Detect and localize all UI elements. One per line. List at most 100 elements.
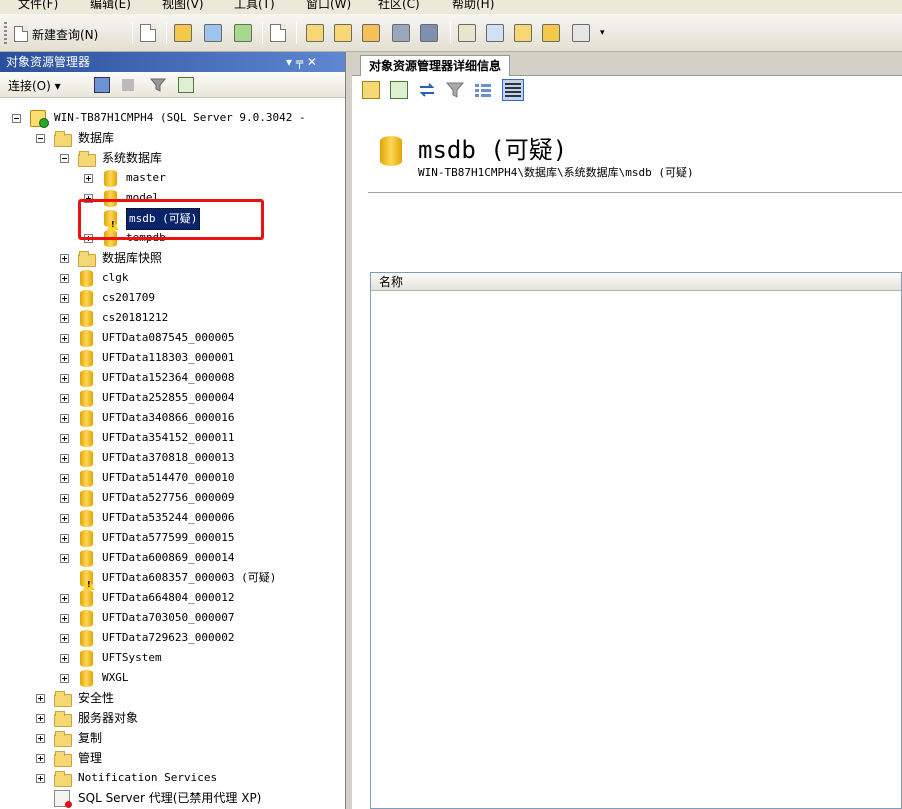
expand-icon[interactable]: [60, 594, 69, 603]
expand-icon[interactable]: [36, 734, 45, 743]
expand-icon[interactable]: [60, 354, 69, 363]
menu-item-5[interactable]: 社区(C): [378, 0, 420, 12]
expand-icon[interactable]: [36, 694, 45, 703]
arrows-icon[interactable]: [418, 81, 436, 99]
menu-item-6[interactable]: 帮助(H): [452, 0, 494, 12]
expand-icon[interactable]: [60, 254, 69, 263]
object-explorer-button[interactable]: [486, 24, 506, 44]
tree-node[interactable]: cs20181212: [0, 308, 346, 328]
toolbar-grip[interactable]: [4, 22, 7, 44]
tree-node[interactable]: UFTData514470_000010: [0, 468, 346, 488]
new-file-button[interactable]: [140, 24, 160, 44]
tree-node[interactable]: UFTData600869_000014: [0, 548, 346, 568]
tree-node[interactable]: 数据库: [0, 128, 346, 148]
expand-icon[interactable]: [60, 294, 69, 303]
tree-node[interactable]: cs201709: [0, 288, 346, 308]
expand-icon[interactable]: [60, 454, 69, 463]
xmla-query-button[interactable]: [270, 24, 290, 44]
filter-icon[interactable]: [149, 77, 167, 93]
expand-icon[interactable]: [60, 674, 69, 683]
menu-item-3[interactable]: 工具(T): [234, 0, 275, 12]
list-view-icon[interactable]: [474, 81, 492, 99]
expand-icon[interactable]: [60, 494, 69, 503]
expand-icon[interactable]: [36, 754, 45, 763]
tree-node[interactable]: 复制: [0, 728, 346, 748]
collapse-icon[interactable]: [12, 114, 21, 123]
mdx-query-button[interactable]: [234, 24, 254, 44]
expand-icon[interactable]: [60, 634, 69, 643]
db-engine-query-button[interactable]: [174, 24, 194, 44]
tree-node[interactable]: UFTData252855_000004: [0, 388, 346, 408]
save-all-button[interactable]: [420, 24, 440, 44]
expand-icon[interactable]: [36, 714, 45, 723]
details-view-icon[interactable]: [502, 79, 524, 101]
new-query-button[interactable]: 新建查询(N): [14, 23, 98, 45]
expand-icon[interactable]: [60, 314, 69, 323]
properties-button[interactable]: [572, 24, 592, 44]
expand-icon[interactable]: [60, 534, 69, 543]
sync-icon[interactable]: [390, 81, 408, 99]
tree-node[interactable]: Notification Services: [0, 768, 346, 788]
tree-node[interactable]: UFTData370818_000013: [0, 448, 346, 468]
tree-node[interactable]: UFTData118303_000001: [0, 348, 346, 368]
tree-node[interactable]: UFTData535244_000006: [0, 508, 346, 528]
expand-icon[interactable]: [84, 174, 93, 183]
analysis-query-button[interactable]: [204, 24, 224, 44]
registered-servers-button[interactable]: [458, 24, 478, 44]
stop-icon[interactable]: [122, 79, 134, 91]
expand-icon[interactable]: [36, 774, 45, 783]
tree-node[interactable]: SQL Server 代理(已禁用代理 XP): [0, 788, 346, 808]
collapse-icon[interactable]: [36, 134, 45, 143]
details-list[interactable]: 名称: [370, 272, 902, 809]
tree-node[interactable]: 系统数据库: [0, 148, 346, 168]
tree-node[interactable]: UFTData340866_000016: [0, 408, 346, 428]
expand-icon[interactable]: [60, 654, 69, 663]
open-file-button[interactable]: [306, 24, 326, 44]
tab-object-explorer-details[interactable]: 对象资源管理器详细信息: [360, 55, 511, 77]
template-explorer-button[interactable]: [514, 24, 534, 44]
filter-icon[interactable]: [445, 81, 465, 99]
expand-icon[interactable]: [60, 394, 69, 403]
tree-node[interactable]: UFTData354152_000011: [0, 428, 346, 448]
tree-node[interactable]: UFTSystem: [0, 648, 346, 668]
expand-icon[interactable]: [60, 274, 69, 283]
connect-dropdown[interactable]: 连接(O) ▾: [8, 77, 61, 94]
tree-node[interactable]: WXGL: [0, 668, 346, 688]
tree-node[interactable]: UFTData703050_000007: [0, 608, 346, 628]
tree-node[interactable]: UFTData087545_000005: [0, 328, 346, 348]
tree-node[interactable]: 安全性: [0, 688, 346, 708]
save-button[interactable]: [392, 24, 412, 44]
tree-node[interactable]: UFTData729623_000002: [0, 628, 346, 648]
tree-node[interactable]: UFTData577599_000015: [0, 528, 346, 548]
tree-node[interactable]: 管理: [0, 748, 346, 768]
expand-icon[interactable]: [60, 554, 69, 563]
tree-node[interactable]: UFTData527756_000009: [0, 488, 346, 508]
expand-icon[interactable]: [60, 514, 69, 523]
tree-node[interactable]: UFTData608357_000003 (可疑): [0, 568, 346, 590]
menu-item-0[interactable]: 文件(F): [18, 0, 58, 12]
tree-node[interactable]: 数据库快照: [0, 248, 346, 268]
tree-node[interactable]: clgk: [0, 268, 346, 288]
open-solution-button[interactable]: [362, 24, 382, 44]
expand-icon[interactable]: [60, 414, 69, 423]
tree-node[interactable]: master: [0, 168, 346, 188]
tree-node[interactable]: UFTData152364_000008: [0, 368, 346, 388]
tree-node[interactable]: UFTData664804_000012: [0, 588, 346, 608]
tree-node[interactable]: WIN-TB87H1CMPH4 (SQL Server 9.0.3042 -: [0, 108, 346, 128]
solution-explorer-button[interactable]: [542, 24, 562, 44]
expand-icon[interactable]: [60, 614, 69, 623]
expand-icon[interactable]: [60, 374, 69, 383]
panel-window-controls[interactable]: ▾ ╤ ✕: [286, 52, 317, 72]
expand-icon[interactable]: [60, 334, 69, 343]
menu-item-2[interactable]: 视图(V): [162, 0, 204, 12]
expand-icon[interactable]: [60, 474, 69, 483]
toolbar-overflow-button[interactable]: ▾: [600, 24, 610, 44]
tree-node[interactable]: 服务器对象: [0, 708, 346, 728]
up-folder-icon[interactable]: [362, 81, 380, 99]
open-project-button[interactable]: [334, 24, 354, 44]
collapse-icon[interactable]: [60, 154, 69, 163]
column-header-name[interactable]: 名称: [371, 273, 901, 291]
menu-item-4[interactable]: 窗口(W): [306, 0, 351, 12]
menu-item-1[interactable]: 编辑(E): [90, 0, 131, 12]
refresh-icon[interactable]: [178, 77, 194, 93]
